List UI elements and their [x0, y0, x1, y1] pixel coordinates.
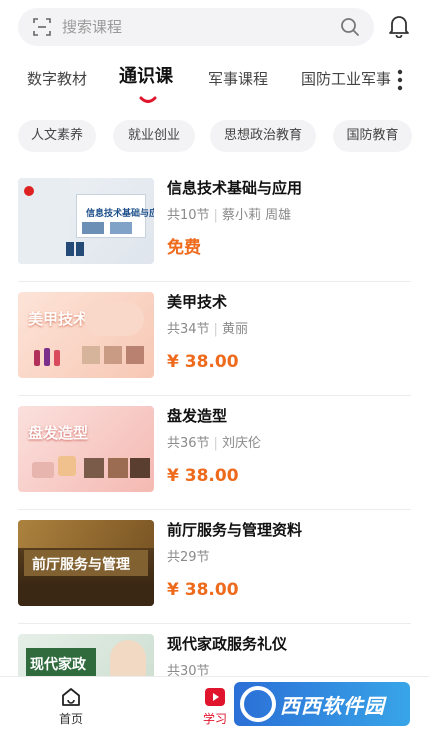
- search-input[interactable]: 搜索课程: [62, 17, 122, 37]
- subcategory-chips: 人文素养 就业创业 思想政治教育 国防教育: [0, 120, 429, 154]
- course-price: ¥ 38.00: [167, 352, 239, 372]
- course-item[interactable]: 现代家政 现代家政服务礼仪 共30节: [0, 624, 429, 676]
- lesson-count: 共29节: [167, 550, 210, 565]
- tab-general-courses[interactable]: 通识课: [119, 66, 173, 88]
- thumb-title: 现代家政: [30, 657, 86, 673]
- course-thumbnail: 美甲技术: [18, 292, 154, 378]
- lesson-count: 共30节: [167, 664, 210, 676]
- chip-defense-education[interactable]: 国防教育: [333, 120, 412, 152]
- course-meta: 共36节 | 刘庆伦: [167, 436, 261, 451]
- teachers: 刘庆伦: [221, 436, 261, 451]
- course-title: 盘发造型: [167, 407, 228, 425]
- teachers: 黄丽: [221, 322, 248, 337]
- course-price: ¥ 38.00: [167, 580, 239, 600]
- more-icon[interactable]: [396, 68, 404, 92]
- tab-digital-textbooks[interactable]: 数字教材: [27, 68, 87, 90]
- search-bar[interactable]: 搜索课程: [18, 8, 374, 46]
- lesson-count: 共34节: [167, 322, 210, 337]
- course-price: 免费: [167, 238, 201, 258]
- watermark-logo-icon: [240, 686, 276, 722]
- play-icon: [205, 688, 225, 706]
- top-bar: 搜索课程: [0, 0, 429, 54]
- search-icon[interactable]: [340, 17, 360, 37]
- watermark-text: 西西软件园: [280, 694, 385, 718]
- tab-military-courses[interactable]: 军事课程: [208, 68, 268, 90]
- course-meta: 共29节: [167, 549, 210, 567]
- active-tab-indicator: [139, 96, 157, 103]
- course-title: 前厅服务与管理资料: [167, 521, 303, 539]
- scan-icon[interactable]: [33, 18, 51, 36]
- chip-political-education[interactable]: 思想政治教育: [210, 120, 316, 152]
- course-price: ¥ 38.00: [167, 466, 239, 486]
- course-thumbnail: 现代家政: [18, 634, 154, 676]
- category-tabs: 数字教材 通识课 军事课程 国防工业军事: [0, 60, 429, 106]
- tab-defense-industry-wrapper[interactable]: 国防工业军事: [301, 68, 393, 92]
- tab-defense-industry[interactable]: 国防工业军事: [301, 68, 391, 90]
- chip-humanities[interactable]: 人文素养: [18, 120, 96, 152]
- thumb-title: 信息技术基础与应用: [86, 209, 154, 219]
- thumb-title: 前厅服务与管理: [32, 557, 130, 573]
- logo-icon: [24, 186, 34, 196]
- course-thumbnail: 信息技术基础与应用: [18, 178, 154, 264]
- bell-icon[interactable]: [388, 14, 410, 38]
- lesson-count: 共10节: [167, 208, 210, 223]
- course-title: 现代家政服务礼仪: [167, 635, 288, 653]
- course-title: 信息技术基础与应用: [167, 179, 303, 197]
- course-thumbnail: 前厅服务与管理: [18, 520, 154, 606]
- course-meta: 共10节 | 蔡小莉 周雄: [167, 208, 292, 223]
- course-item[interactable]: 美甲技术 美甲技术 共34节 | 黄丽 ¥ 38.00: [0, 282, 429, 396]
- nav-home[interactable]: 首页: [36, 677, 106, 734]
- thumb-title: 美甲技术: [28, 310, 89, 328]
- teachers: 蔡小莉 周雄: [221, 208, 292, 223]
- nav-home-label: 首页: [58, 712, 83, 726]
- chip-employment[interactable]: 就业创业: [113, 120, 195, 152]
- watermark: 西西软件园: [234, 682, 410, 726]
- course-list: 信息技术基础与应用 信息技术基础与应用 共10节|蔡小莉 周雄 免费 美甲技术 …: [0, 168, 429, 676]
- course-title: 美甲技术: [167, 293, 228, 311]
- thumb-title: 盘发造型: [28, 424, 89, 442]
- course-item[interactable]: 前厅服务与管理 前厅服务与管理资料 共29节 ¥ 38.00: [0, 510, 429, 624]
- lesson-count: 共36节: [167, 436, 210, 451]
- course-item[interactable]: 盘发造型 盘发造型 共36节 | 刘庆伦 ¥ 38.00: [0, 396, 429, 510]
- course-meta: 共34节 | 黄丽: [167, 322, 248, 337]
- course-item[interactable]: 信息技术基础与应用 信息技术基础与应用 共10节|蔡小莉 周雄 免费: [0, 168, 429, 282]
- course-thumbnail: 盘发造型: [18, 406, 154, 492]
- home-icon: [62, 688, 80, 706]
- course-meta: 共30节: [167, 663, 210, 676]
